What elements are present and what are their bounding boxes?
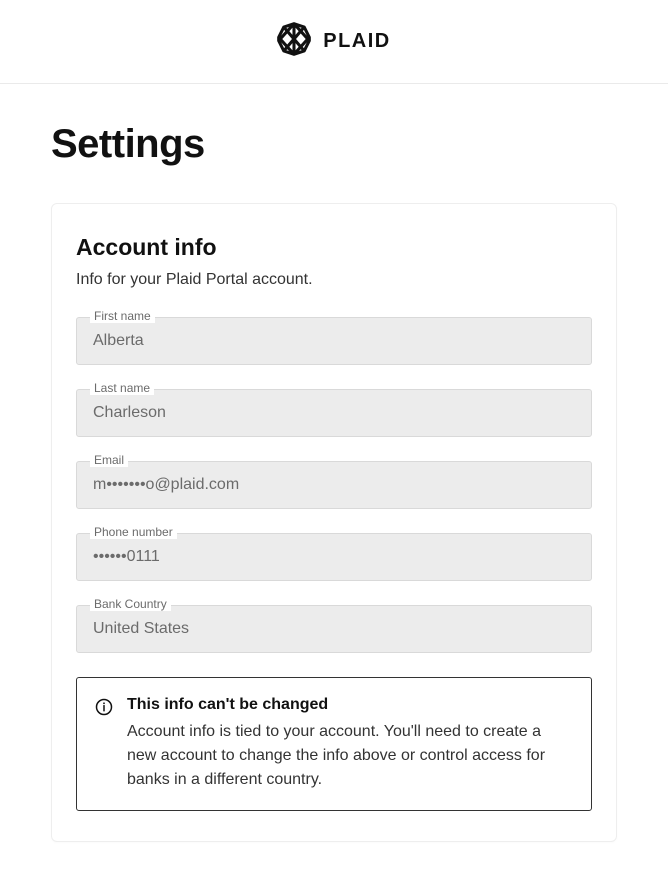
info-notice-text: Account info is tied to your account. Yo… (127, 720, 573, 792)
info-notice-body: This info can't be changed Account info … (127, 696, 573, 792)
phone-field[interactable] (76, 533, 592, 581)
account-info-description: Info for your Plaid Portal account. (76, 271, 592, 289)
first-name-field-wrap: First name (76, 317, 592, 365)
last-name-field-wrap: Last name (76, 389, 592, 437)
bank-country-field-wrap: Bank Country (76, 605, 592, 653)
bank-country-field[interactable] (76, 605, 592, 653)
brand-wordmark: PLAID (323, 30, 391, 53)
phone-field-wrap: Phone number (76, 533, 592, 581)
account-info-heading: Account info (76, 234, 592, 261)
last-name-field[interactable] (76, 389, 592, 437)
account-info-fields: First name Last name Email Phone number … (76, 317, 592, 653)
app-header: PLAID (0, 0, 668, 84)
info-icon (95, 698, 113, 721)
phone-label: Phone number (90, 525, 177, 539)
email-field-wrap: Email (76, 461, 592, 509)
page-title: Settings (51, 122, 617, 167)
info-notice-title: This info can't be changed (127, 696, 573, 714)
plaid-logo-icon (277, 22, 311, 61)
bank-country-label: Bank Country (90, 597, 171, 611)
first-name-field[interactable] (76, 317, 592, 365)
email-label: Email (90, 453, 128, 467)
account-info-card: Account info Info for your Plaid Portal … (51, 203, 617, 842)
info-notice: This info can't be changed Account info … (76, 677, 592, 811)
last-name-label: Last name (90, 381, 154, 395)
email-field[interactable] (76, 461, 592, 509)
brand-logo: PLAID (277, 22, 391, 61)
first-name-label: First name (90, 309, 155, 323)
page-content: Settings Account info Info for your Plai… (0, 84, 668, 842)
